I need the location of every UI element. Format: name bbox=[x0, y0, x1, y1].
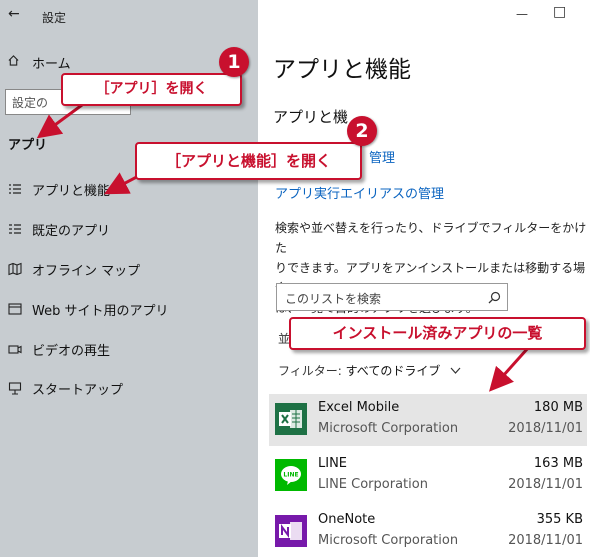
step1-callout: ［アプリ］を開く bbox=[61, 73, 242, 106]
app-size: 355 KB bbox=[536, 512, 583, 527]
excel-icon bbox=[275, 403, 307, 435]
section-subtitle: アプリと機 bbox=[273, 108, 349, 126]
back-arrow-icon[interactable]: ← bbox=[8, 6, 20, 22]
filter-value: すべてのドライブ bbox=[345, 364, 441, 378]
sidebar-home-label[interactable]: ホーム bbox=[32, 53, 71, 72]
startup-icon bbox=[8, 382, 22, 395]
manage-link[interactable]: 管理 bbox=[369, 147, 395, 166]
video-playback-icon bbox=[8, 345, 22, 354]
sidebar-item-label: Web サイト用のアプリ bbox=[32, 304, 169, 319]
window-title: 設定 bbox=[42, 11, 67, 25]
sidebar-item-apps-for-websites[interactable]: Web サイト用のアプリ bbox=[0, 295, 258, 323]
drive-filter-dropdown[interactable]: フィルター: すべてのドライブ bbox=[278, 362, 461, 379]
onenote-icon bbox=[275, 515, 307, 547]
maximize-button[interactable]: □ bbox=[553, 4, 566, 20]
app-publisher: Microsoft Corporation bbox=[318, 421, 459, 436]
sidebar-item-video-playback[interactable]: ビデオの再生 bbox=[0, 335, 258, 363]
step2-callout: ［アプリと機能］を開く bbox=[135, 142, 362, 180]
line-icon: LINE bbox=[275, 459, 307, 491]
default-apps-icon bbox=[9, 224, 21, 234]
minimize-button[interactable]: — bbox=[516, 7, 528, 21]
main-pane: — □ アプリと機能 アプリと機 管理 アプリ実行エイリアスの管理 検索や並べ替… bbox=[258, 0, 590, 557]
app-list-search-input[interactable]: このリストを検索 bbox=[276, 283, 508, 311]
offline-maps-icon bbox=[8, 262, 22, 276]
step1-badge: 1 bbox=[219, 47, 249, 77]
app-list-item[interactable]: LINE LINE LINE Corporation 163 MB 2018/1… bbox=[269, 450, 587, 502]
app-list-item[interactable]: Excel Mobile Microsoft Corporation 180 M… bbox=[269, 394, 587, 446]
chevron-down-icon bbox=[450, 367, 461, 374]
app-list-search-placeholder: このリストを検索 bbox=[285, 292, 382, 306]
app-publisher: LINE Corporation bbox=[318, 477, 428, 492]
app-size: 180 MB bbox=[533, 400, 583, 415]
search-icon[interactable] bbox=[488, 291, 501, 304]
apps-for-websites-icon bbox=[8, 303, 22, 315]
sidebar-item-label: 既定のアプリ bbox=[32, 224, 111, 239]
app-size: 163 MB bbox=[533, 456, 583, 471]
app-name: OneNote bbox=[318, 512, 376, 527]
app-name: Excel Mobile bbox=[318, 400, 400, 415]
apps-features-icon bbox=[9, 184, 21, 194]
app-date: 2018/11/01 bbox=[508, 421, 583, 436]
installed-apps-callout: インストール済みアプリの一覧 bbox=[289, 317, 586, 350]
sidebar-section-title: アプリ bbox=[8, 138, 48, 153]
app-list-item[interactable]: OneNote Microsoft Corporation 355 KB 201… bbox=[269, 506, 587, 558]
app-date: 2018/11/01 bbox=[508, 477, 583, 492]
sidebar-item-startup[interactable]: スタートアップ bbox=[0, 374, 258, 402]
sidebar-item-label: アプリと機能 bbox=[32, 184, 111, 199]
step2-badge: 2 bbox=[347, 116, 377, 146]
sidebar-item-default-apps[interactable]: 既定のアプリ bbox=[0, 215, 258, 243]
page-title: アプリと機能 bbox=[273, 57, 411, 83]
settings-search-placeholder: 設定の bbox=[12, 96, 49, 110]
sidebar-item-label: オフライン マップ bbox=[32, 264, 141, 279]
app-alias-link[interactable]: アプリ実行エイリアスの管理 bbox=[275, 183, 444, 202]
home-icon bbox=[8, 55, 19, 66]
app-date: 2018/11/01 bbox=[508, 533, 583, 548]
svg-text:LINE: LINE bbox=[283, 472, 298, 479]
filter-label: フィルター: bbox=[278, 364, 342, 378]
sidebar-item-label: スタートアップ bbox=[32, 383, 124, 398]
app-publisher: Microsoft Corporation bbox=[318, 533, 459, 548]
description-line: 検索や並べ替えを行ったり、ドライブでフィルターをかけた bbox=[275, 221, 587, 255]
sidebar-item-offline-maps[interactable]: オフライン マップ bbox=[0, 255, 258, 283]
app-name: LINE bbox=[318, 456, 348, 471]
sidebar-item-label: ビデオの再生 bbox=[32, 344, 111, 359]
